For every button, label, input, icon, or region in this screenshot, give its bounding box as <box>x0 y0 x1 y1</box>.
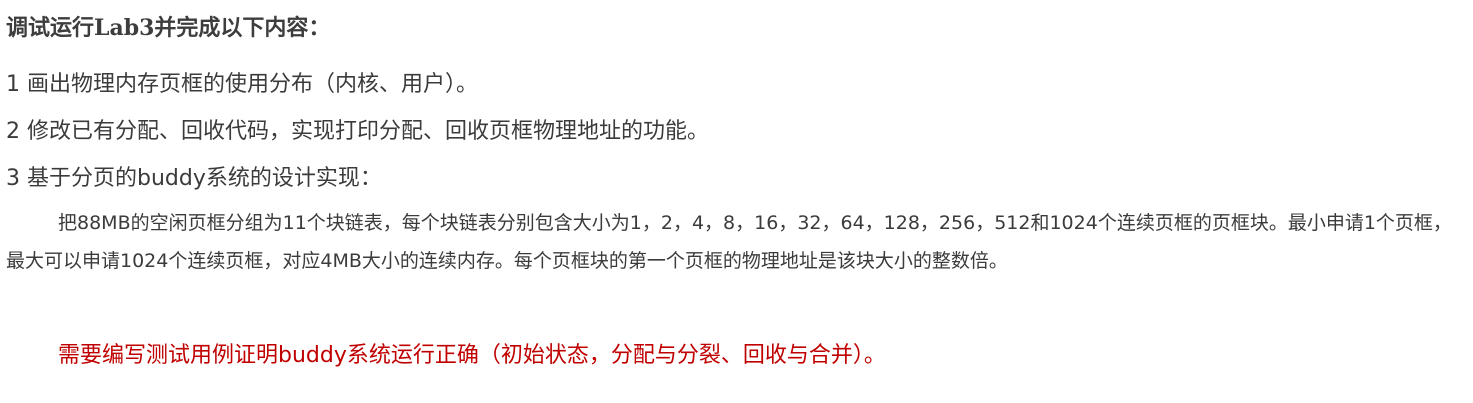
requirement-note: 需要编写测试用例证明buddy系统运行正确（初始状态，分配与分裂、回收与合并）。 <box>58 343 886 368</box>
task-item-2: 2 修改已有分配、回收代码，实现打印分配、回收页框物理地址的功能。 <box>6 119 709 144</box>
task-item-3: 3 基于分页的buddy系统的设计实现： <box>6 166 382 191</box>
buddy-system-description: 把88MB的空闲页框分组为11个块链表，每个块链表分别包含大小为1，2，4，8，… <box>6 212 1452 272</box>
document-heading: 调试运行Lab3并完成以下内容： <box>6 15 331 41</box>
task-item-1: 1 画出物理内存页框的使用分布（内核、用户）。 <box>6 72 478 97</box>
